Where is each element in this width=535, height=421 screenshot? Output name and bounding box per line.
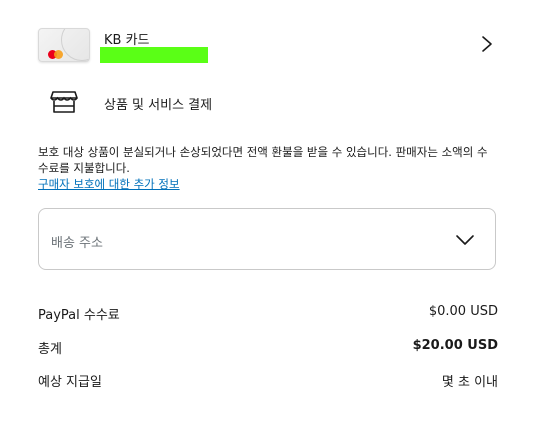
- mastercard-card-icon: [38, 28, 90, 62]
- estimated-payout-value: 몇 초 이내: [441, 375, 498, 390]
- card-name: KB 카드: [104, 33, 150, 48]
- chevron-down-icon: [456, 235, 474, 245]
- shipping-address-placeholder: 배송 주소: [51, 236, 103, 251]
- paypal-fee-label: PayPal 수수료: [38, 308, 120, 323]
- paypal-fee-value: $0.00 USD: [428, 304, 498, 319]
- goods-services-row: 상품 및 서비스 결제: [50, 88, 350, 118]
- paypal-fee-row: PayPal 수수료 $0.00 USD: [38, 304, 498, 324]
- estimated-payout-row: 예상 지급일 몇 초 이내: [38, 371, 498, 391]
- total-label: 총계: [38, 342, 62, 357]
- payment-method-row[interactable]: KB 카드: [38, 26, 498, 66]
- send-money-review-panel: KB 카드 상품 및 서비스 결제 보호 대상 상품이 분실되거나 손상되었다면…: [0, 0, 535, 421]
- shipping-address-dropdown[interactable]: 배송 주소: [38, 208, 496, 270]
- chevron-right-icon[interactable]: [480, 34, 494, 54]
- redacted-card-number: [100, 47, 208, 63]
- buyer-protection-text: 보호 대상 상품이 분실되거나 손상되었다면 전액 환불을 받을 수 있습니다.…: [38, 145, 488, 175]
- store-icon: [50, 91, 78, 113]
- buyer-protection-link[interactable]: 구매자 보호에 대한 추가 정보: [38, 176, 180, 192]
- total-row: 총계 $20.00 USD: [38, 338, 498, 358]
- total-value: $20.00 USD: [412, 338, 498, 353]
- goods-services-label: 상품 및 서비스 결제: [104, 98, 213, 113]
- estimated-payout-label: 예상 지급일: [38, 375, 102, 390]
